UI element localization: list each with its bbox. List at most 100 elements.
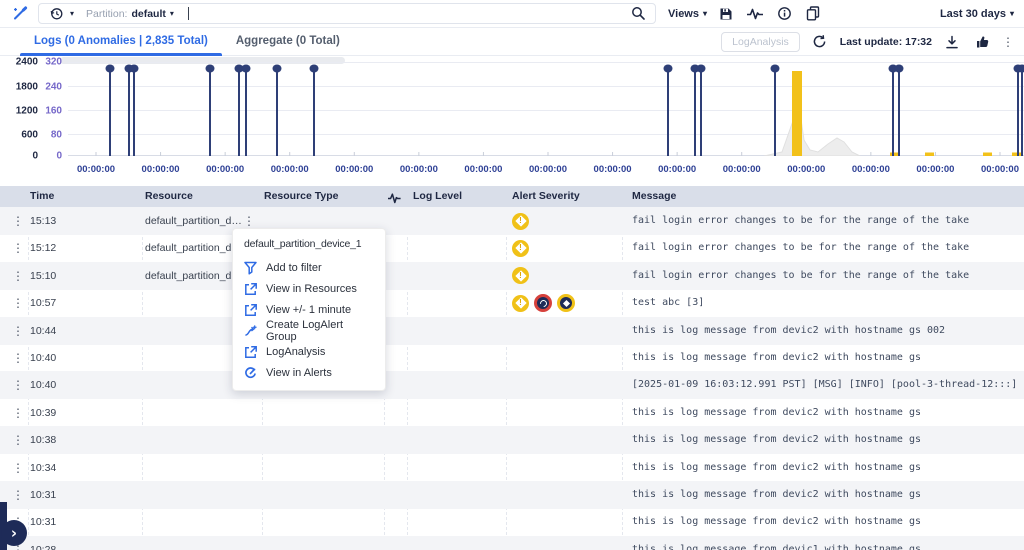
views-dropdown[interactable]: Views ▾ (668, 8, 707, 20)
log-time: 15:13 (30, 215, 57, 227)
table-row[interactable]: ⋮ 10:38 this is log message from devic2 wi… (0, 426, 1024, 455)
download-icon[interactable] (942, 32, 962, 52)
log-message: this is log message from devic2 with hos… (632, 324, 946, 336)
log-resource (145, 426, 243, 454)
menu-item-label: View in Resources (266, 282, 357, 295)
log-time: 10:38 (30, 434, 57, 447)
table-row[interactable]: ⋮ 10:34 this is log message from devic2 wi… (0, 454, 1024, 482)
left-axis-tick: 1200 (15, 105, 38, 117)
row-menu-icon[interactable]: ⋮ (12, 352, 24, 364)
x-axis-tick: 00:00:00 (399, 164, 438, 175)
history-icon[interactable] (46, 4, 66, 24)
table-row[interactable]: ⋮ 10:28 this is log message from devic1 wi… (0, 535, 1024, 550)
chart-plot[interactable] (68, 62, 1024, 156)
pulse-icon[interactable] (745, 4, 765, 24)
warning-severity-icon[interactable]: ! (512, 267, 529, 285)
table-body: ⋮ 15:13 default_partition_device_1 ⋮! fail l… (0, 207, 1024, 550)
x-axis-tick: 00:00:00 (206, 164, 245, 175)
alerts-icon (244, 366, 257, 380)
log-message: this is log message from devic1 with hos… (632, 543, 921, 550)
row-menu-icon[interactable]: ⋮ (12, 462, 24, 474)
expand-panel-button[interactable]: › (1, 520, 27, 546)
row-menu-icon[interactable]: ⋮ (12, 407, 24, 419)
resource-context-menu: default_partition_device_1 Add to filter… (232, 228, 386, 391)
save-view-icon[interactable] (716, 4, 736, 24)
col-message[interactable]: Message (632, 186, 676, 207)
table-row[interactable]: ⋮10:31this is log message from devic2 wi… (0, 481, 1024, 509)
table-row[interactable]: ⋮ 10:44 this is log message from devic2 wi… (0, 316, 1024, 345)
loganalysis-button[interactable]: LogAnalysis (721, 31, 800, 52)
time-range-picker[interactable]: Last 30 days ▾ (940, 8, 1014, 20)
table-row[interactable]: ⋮ 15:10 default_partition_device_1! fail lo… (0, 261, 1024, 290)
warning-severity-icon[interactable]: ! (512, 239, 529, 257)
col-log-level[interactable]: Log Level (413, 186, 462, 207)
menu-item-loganalysis[interactable]: LogAnalysis (233, 341, 385, 362)
col-alert-severity[interactable]: Alert Severity (512, 186, 580, 207)
info-icon[interactable] (774, 4, 794, 24)
x-axis-tick: 00:00:00 (335, 164, 374, 175)
log-message: fail login error changes to be for the r… (632, 269, 970, 281)
context-menu-title: default_partition_device_1 (244, 238, 362, 250)
menu-item-view-in-alerts[interactable]: View in Alerts (233, 362, 385, 383)
log-message: this is log message from devic2 with hos… (632, 352, 921, 363)
query-wand-icon[interactable] (10, 4, 30, 24)
warning-severity-icon[interactable]: ! (512, 294, 529, 312)
copy-icon[interactable] (803, 4, 823, 24)
alert-severity-cell: ! (512, 234, 529, 262)
row-menu-icon[interactable]: ⋮ (12, 297, 24, 309)
search-icon[interactable] (628, 4, 648, 24)
chart-kebab-icon[interactable]: ⋮ (1002, 36, 1014, 48)
alert-severity-cell: ! (512, 289, 575, 317)
log-time: 10:40 (30, 379, 57, 392)
menu-item-create-logalert-group[interactable]: Create LogAlert Group (233, 319, 385, 343)
log-message: [2025-01-09 16:03:12.991 PST] [MSG] [INF… (632, 379, 1024, 391)
table-row[interactable]: ⋮10:31this is log message from devic2 wi… (0, 508, 1024, 536)
refresh-icon[interactable] (810, 32, 830, 52)
table-row[interactable]: ⋮15:13default_partition_device_1⋮!fail l… (0, 207, 1024, 235)
table-row[interactable]: ⋮ 10:57! test abc [3] (0, 289, 1024, 317)
col-resource[interactable]: Resource (145, 186, 193, 207)
row-menu-icon[interactable]: ⋮ (12, 242, 24, 254)
menu-item-view-in-resources[interactable]: View in Resources (233, 278, 385, 299)
table-row[interactable]: ⋮ 10:40 [2025-01-09 16:03:12.991 PST] [MSG… (0, 371, 1024, 400)
critical-alert-icon[interactable] (534, 294, 552, 313)
warning-alert-icon[interactable] (557, 294, 575, 313)
thumbs-up-icon[interactable] (972, 32, 992, 52)
row-menu-icon[interactable]: ⋮ (12, 325, 24, 337)
log-message: fail login error changes to be for the r… (632, 242, 970, 254)
log-message: this is log message from devic2 with hos… (632, 461, 921, 473)
resource-menu-icon[interactable]: ⋮ (243, 215, 255, 227)
log-message: this is log message from devic2 with hos… (632, 434, 921, 446)
chart-actions: LogAnalysis Last update: 17:32 ⋮ (721, 31, 1014, 52)
row-menu-icon[interactable]: ⋮ (12, 270, 24, 282)
history-caret-icon[interactable]: ▾ (70, 9, 74, 18)
table-row[interactable]: ⋮ 10:40 this is log message from devic2 wi… (0, 344, 1024, 372)
menu-item-label: LogAnalysis (266, 345, 326, 358)
right-axis-tick: 240 (45, 81, 62, 93)
col-resource-type[interactable]: Resource Type (264, 186, 339, 207)
x-axis-tick: 00:00:00 (722, 164, 761, 175)
log-time: 10:34 (30, 461, 57, 474)
row-menu-icon[interactable]: ⋮ (12, 215, 24, 227)
menu-item-view-1-minute[interactable]: View +/- 1 minute (233, 299, 385, 320)
warning-severity-icon[interactable]: ! (512, 212, 529, 230)
table-row[interactable]: ⋮ 10:39 this is log message from devic2 wi… (0, 399, 1024, 427)
col-time[interactable]: Time (30, 186, 54, 207)
table-row[interactable]: ⋮ 15:12 default_partition_device_1! fail lo… (0, 234, 1024, 262)
log-time: 10:28 (30, 543, 57, 550)
row-menu-icon[interactable]: ⋮ (12, 379, 24, 391)
partition-value[interactable]: default (131, 8, 165, 20)
log-time: 10:57 (30, 297, 57, 310)
partition-caret-icon[interactable]: ▾ (170, 9, 174, 18)
menu-item-add-to-filter[interactable]: Add to filter (233, 257, 385, 278)
log-time: 15:12 (30, 242, 57, 255)
tab-logs[interactable]: Logs (0 Anomalies | 2,835 Total) (20, 28, 222, 56)
row-menu-icon[interactable]: ⋮ (12, 434, 24, 446)
tab-aggregate[interactable]: Aggregate (0 Total) (222, 28, 354, 56)
log-time: 10:44 (30, 324, 57, 337)
log-resource: default_partition_device_1 (145, 242, 243, 255)
menu-item-label: Add to filter (266, 261, 322, 274)
row-menu-icon[interactable]: ⋮ (12, 489, 24, 501)
x-axis-tick: 00:00:00 (787, 164, 826, 175)
alert-severity-cell: ! (512, 262, 529, 290)
